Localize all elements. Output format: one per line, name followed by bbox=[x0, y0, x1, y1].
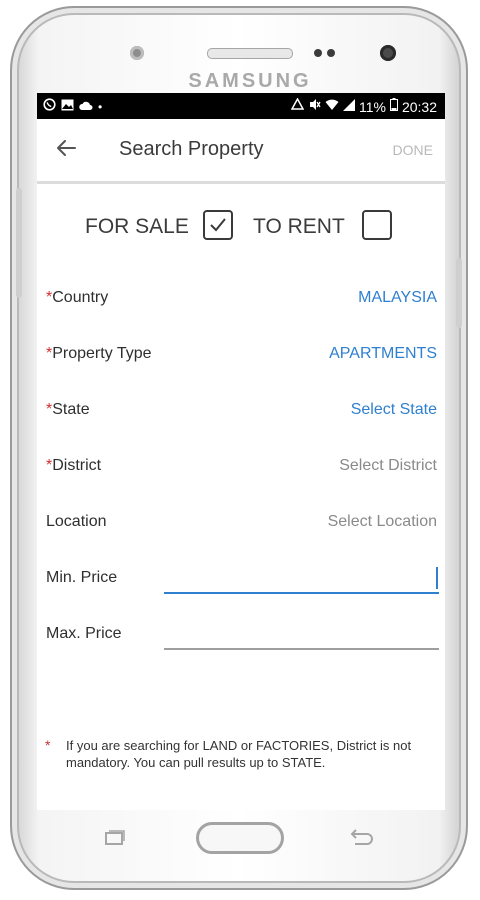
device-brand: SAMSUNG bbox=[188, 70, 312, 92]
phone-screen: • 11% 20:32 Search Property DONE FOR SAL… bbox=[37, 93, 445, 810]
power-button bbox=[456, 258, 462, 328]
recent-apps-icon bbox=[105, 830, 125, 845]
arrow-left-icon bbox=[57, 140, 76, 156]
property-type-row[interactable]: *Property Type APARTMENTS bbox=[37, 335, 445, 375]
image-icon bbox=[61, 99, 74, 115]
property-type-value[interactable]: APARTMENTS bbox=[329, 345, 437, 363]
to-rent-checkbox[interactable] bbox=[362, 210, 392, 240]
signal-icon bbox=[342, 98, 355, 115]
wifi-icon bbox=[325, 99, 339, 115]
location-label: Location bbox=[46, 513, 107, 530]
listing-mode-row: FOR SALE TO RENT bbox=[37, 208, 445, 244]
dot-icon: • bbox=[98, 99, 103, 114]
light-sensor bbox=[327, 49, 335, 57]
proximity-sensor bbox=[314, 49, 322, 57]
whatsapp-icon bbox=[43, 98, 56, 115]
for-sale-checkbox[interactable] bbox=[203, 210, 233, 240]
text-cursor bbox=[436, 567, 438, 589]
property-type-label: *Property Type bbox=[46, 345, 152, 362]
location-value[interactable]: Select Location bbox=[328, 513, 437, 531]
front-camera bbox=[130, 46, 144, 60]
camera-sensor bbox=[380, 45, 396, 61]
state-label: *State bbox=[46, 401, 90, 418]
nfc-icon bbox=[290, 97, 305, 115]
max-price-label: Max. Price bbox=[46, 625, 122, 642]
status-bar: • 11% 20:32 bbox=[37, 93, 445, 119]
mute-icon bbox=[308, 98, 321, 115]
to-rent-label: TO RENT bbox=[253, 215, 345, 238]
max-price-input[interactable] bbox=[164, 620, 439, 650]
home-key[interactable] bbox=[196, 822, 284, 854]
country-label: *Country bbox=[46, 289, 109, 306]
back-button[interactable] bbox=[53, 135, 83, 165]
earpiece-speaker bbox=[207, 48, 293, 59]
country-row[interactable]: *Country MALAYSIA bbox=[37, 279, 445, 319]
battery-percent: 11% bbox=[358, 98, 386, 115]
state-value[interactable]: Select State bbox=[351, 401, 437, 419]
checkmark-icon bbox=[210, 218, 226, 232]
app-bar: Search Property DONE bbox=[37, 119, 445, 184]
volume-button bbox=[16, 188, 22, 298]
back-arrow-icon bbox=[350, 829, 373, 845]
status-left-icons: • bbox=[43, 98, 102, 115]
hardware-back-key[interactable] bbox=[345, 828, 375, 848]
district-row[interactable]: *District Select District bbox=[37, 447, 445, 487]
for-sale-label: FOR SALE bbox=[85, 215, 189, 238]
cloud-icon bbox=[79, 99, 93, 115]
country-value[interactable]: MALAYSIA bbox=[358, 289, 437, 307]
note-text: If you are searching for LAND or FACTORI… bbox=[66, 738, 412, 770]
app-bar-divider bbox=[37, 181, 445, 184]
done-button[interactable]: DONE bbox=[393, 142, 433, 158]
min-price-input[interactable] bbox=[164, 564, 439, 594]
recent-apps-key[interactable] bbox=[104, 830, 126, 846]
district-value[interactable]: Select District bbox=[339, 457, 437, 475]
state-row[interactable]: *State Select State bbox=[37, 391, 445, 431]
location-row[interactable]: Location Select Location bbox=[37, 503, 445, 543]
note-marker: * bbox=[45, 737, 51, 753]
battery-icon bbox=[389, 98, 398, 115]
status-right-icons: 11% 20:32 bbox=[290, 97, 437, 115]
page-title: Search Property bbox=[119, 138, 264, 160]
district-label: *District bbox=[46, 457, 102, 474]
status-time: 20:32 bbox=[401, 98, 437, 115]
min-price-label: Min. Price bbox=[46, 569, 118, 586]
